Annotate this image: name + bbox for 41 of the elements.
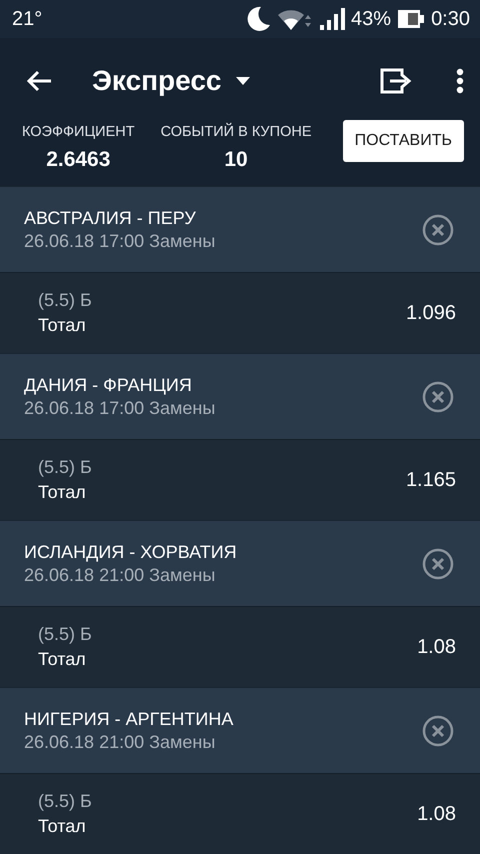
battery-percent: 43% (351, 8, 392, 30)
bet-line: (5.5) Б (38, 791, 92, 812)
back-arrow-icon[interactable] (26, 70, 52, 92)
market-name: Тотал (38, 649, 87, 670)
events-count-value: 10 (224, 148, 248, 172)
market-name: Тотал (38, 315, 87, 336)
remove-icon[interactable] (422, 214, 454, 246)
more-menu-icon[interactable] (456, 68, 464, 94)
place-bet-button[interactable]: ПОСТАВИТЬ (342, 120, 464, 162)
bet-odds: 1.08 (417, 636, 456, 658)
bet-odds: 1.165 (406, 468, 456, 492)
bet-odds: 1.08 (417, 802, 456, 826)
bet-odds: 1.096 (406, 302, 456, 324)
match-title: НИГЕРИЯ - АРГЕНТИНА (24, 708, 234, 730)
market-name: Тотал (38, 482, 87, 503)
remove-icon[interactable] (422, 548, 454, 580)
odds-value: 2.6463 (46, 148, 110, 172)
temperature: 21° (12, 8, 42, 30)
clock: 0:30 (431, 8, 470, 30)
match-info: 26.06.18 17:00 Замены (24, 230, 216, 252)
remove-icon[interactable] (422, 380, 454, 412)
exit-icon[interactable] (380, 68, 414, 94)
bet-line: (5.5) Б (38, 290, 92, 311)
match-title: АВСТРАЛИЯ - ПЕРУ (24, 208, 197, 228)
moon-icon (247, 6, 272, 32)
match-info: 26.06.18 17:00 Замены (24, 398, 216, 418)
match-title: ИСЛАНДИЯ - ХОРВАТИЯ (24, 542, 237, 562)
toolbar-title[interactable]: Экспресс (92, 65, 222, 97)
events-count-label: СОБЫТИЙ В КУПОНЕ (160, 124, 312, 140)
bet-line: (5.5) Б (38, 457, 92, 478)
caret-icon[interactable] (236, 77, 250, 85)
odds-label: КОЭФФИЦИЕНТ (22, 124, 135, 140)
market-name: Тотал (38, 816, 87, 837)
remove-icon[interactable] (422, 714, 454, 746)
signal-icon (319, 7, 346, 31)
match-info: 26.06.18 21:00 Замены (24, 732, 216, 752)
battery-icon (397, 9, 426, 29)
match-info: 26.06.18 21:00 Замены (24, 564, 216, 586)
wifi-icon (277, 7, 314, 31)
bet-line: (5.5) Б (38, 624, 92, 645)
match-title: ДАНИЯ - ФРАНЦИЯ (24, 374, 193, 396)
